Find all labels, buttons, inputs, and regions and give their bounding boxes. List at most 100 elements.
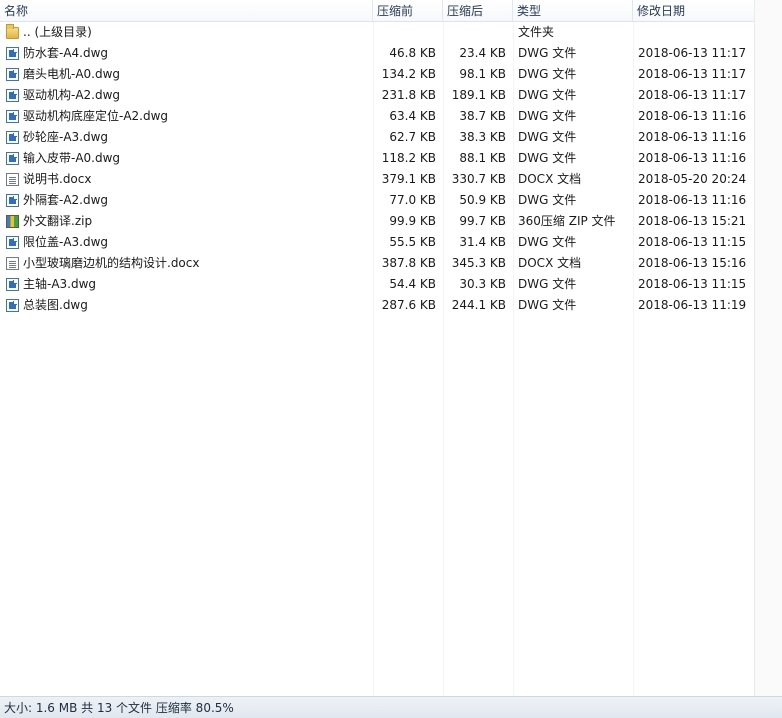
size: 330.7 KB [451,172,506,186]
file-row[interactable]: 说明书.docx 379.1 KB 330.7 KB DOCX 文档 2018-05-2… [0,169,754,190]
compressed-size: 46.8 KB [389,46,436,60]
folder-icon [6,24,19,39]
modified-date: 2018-06-13 11:16 [638,109,747,123]
column-header-compressed-size[interactable]: 压缩前 [373,0,443,22]
file-name: 主轴-A3.dwg [23,277,97,291]
file-type: DWG 文件 [518,298,577,312]
folder-icon [6,22,20,43]
file-row[interactable]: 砂轮座-A3.dwg 62.7 KB 38.3 KB DWG 文件 2018-06-13… [0,127,754,148]
modified-date: 2018-06-13 11:16 [638,130,747,144]
modified-date: 2018-06-13 11:15 [638,235,747,249]
modified-date: 2018-06-13 11:17 [638,46,747,60]
column-header-modified[interactable]: 修改日期 [633,0,754,22]
file-name: 外文翻译.zip [23,214,93,228]
file-row[interactable]: 驱动机构-A2.dwg 231.8 KB 189.1 KB DWG 文件 2018-06… [0,85,754,106]
modified-date: 2018-06-13 11:19 [638,298,747,312]
file-row[interactable]: 外文翻译.zip 99.9 KB 99.7 KB 360压缩 ZIP 文件 2018-0… [0,211,754,232]
file-type: DWG 文件 [518,193,577,207]
file-type: 360压缩 ZIP 文件 [518,214,616,228]
dwg-file-icon [6,127,20,148]
size: 50.9 KB [459,193,506,207]
dwg-file-icon [6,85,20,106]
dwg-file-icon [6,152,19,165]
file-row[interactable]: 磨头电机-A0.dwg 134.2 KB 98.1 KB DWG 文件 2018-06-… [0,64,754,85]
file-row[interactable]: 外隔套-A2.dwg 77.0 KB 50.9 KB DWG 文件 2018-06-13… [0,190,754,211]
modified-date: 2018-06-13 11:15 [638,277,747,291]
archive-file-list-window: 名称 压缩前 压缩后 类型 修改日期 .. (上级目录) 文件夹防水套-A4.dw… [0,0,782,718]
modified-date: 2018-05-20 20:24 [638,172,747,186]
file-name: 总装图.dwg [23,298,88,312]
dwg-file-icon [6,68,19,81]
file-name: 防水套-A4.dwg [23,46,109,60]
file-name: 砂轮座-A3.dwg [23,130,109,144]
file-row[interactable]: 小型玻璃磨边机的结构设计.docx 387.8 KB 345.3 KB DOCX 文档… [0,253,754,274]
column-header-name[interactable]: 名称 [0,0,373,22]
dwg-file-icon [6,110,19,123]
docx-file-icon [6,253,20,274]
dwg-file-icon [6,274,20,295]
file-name: 限位盖-A3.dwg [23,235,109,249]
size [443,22,506,43]
file-type: DWG 文件 [518,67,577,81]
file-name: 驱动机构-A2.dwg [23,88,121,102]
size: 30.3 KB [459,277,506,291]
file-row[interactable]: 总装图.dwg 287.6 KB 244.1 KB DWG 文件 2018-06-13 … [0,295,754,316]
column-header-size[interactable]: 压缩后 [443,0,513,22]
modified-date: 2018-06-13 15:16 [638,256,747,270]
compressed-size: 63.4 KB [389,109,436,123]
dwg-file-icon [6,43,20,64]
file-name: .. (上级目录) [23,25,92,39]
size: 99.7 KB [459,214,506,228]
dwg-file-icon [6,299,19,312]
compressed-size: 287.6 KB [381,298,436,312]
modified-date: 2018-06-13 11:16 [638,151,747,165]
file-row[interactable]: 输入皮带-A0.dwg 118.2 KB 88.1 KB DWG 文件 2018-06-… [0,148,754,169]
docx-file-icon [6,169,20,190]
compressed-size: 379.1 KB [381,172,436,186]
dwg-file-icon [6,232,20,253]
file-name: 输入皮带-A0.dwg [23,151,121,165]
dwg-file-icon [6,47,19,60]
file-row[interactable]: 限位盖-A3.dwg 55.5 KB 31.4 KB DWG 文件 2018-06-13… [0,232,754,253]
vertical-scrollbar[interactable] [754,0,782,696]
file-type: 文件夹 [518,25,555,39]
size: 88.1 KB [459,151,506,165]
compressed-size: 55.5 KB [389,235,436,249]
status-bar: 大小: 1.6 MB 共 13 个文件 压缩率 80.5% [0,696,782,718]
file-list: .. (上级目录) 文件夹 防水套-A4.dwg 46.8 KB 23.4 KB DWG … [0,22,754,316]
file-type: DWG 文件 [518,151,577,165]
file-name: 外隔套-A2.dwg [23,193,109,207]
size: 98.1 KB [459,67,506,81]
file-type: DWG 文件 [518,109,577,123]
compressed-size: 231.8 KB [381,88,436,102]
file-name: 小型玻璃磨边机的结构设计.docx [23,256,200,270]
file-type: DWG 文件 [518,88,577,102]
file-type: DWG 文件 [518,46,577,60]
dwg-file-icon [6,148,20,169]
size: 345.3 KB [451,256,506,270]
dwg-file-icon [6,64,20,85]
compressed-size: 134.2 KB [381,67,436,81]
parent-directory-row[interactable]: .. (上级目录) 文件夹 [0,22,754,43]
modified-date: 2018-06-13 11:17 [638,67,747,81]
file-row[interactable]: 防水套-A4.dwg 46.8 KB 23.4 KB DWG 文件 2018-06-13… [0,43,754,64]
compressed-size: 54.4 KB [389,277,436,291]
modified-date: 2018-06-13 11:16 [638,193,747,207]
column-header-type[interactable]: 类型 [513,0,633,22]
size: 244.1 KB [451,298,506,312]
file-type: DWG 文件 [518,130,577,144]
file-row[interactable]: 驱动机构底座定位-A2.dwg 63.4 KB 38.7 KB DWG 文件 2018-… [0,106,754,127]
file-name: 说明书.docx [23,172,92,186]
compressed-size: 77.0 KB [389,193,436,207]
file-name: 驱动机构底座定位-A2.dwg [23,109,169,123]
compressed-size: 118.2 KB [381,151,436,165]
file-type: DWG 文件 [518,277,577,291]
compressed-size: 387.8 KB [381,256,436,270]
modified-date: 2018-06-13 11:17 [638,88,747,102]
column-header: 名称 压缩前 压缩后 类型 修改日期 [0,0,754,22]
file-row[interactable]: 主轴-A3.dwg 54.4 KB 30.3 KB DWG 文件 2018-06-13 … [0,274,754,295]
file-type: DOCX 文档 [518,172,582,186]
file-type: DWG 文件 [518,235,577,249]
dwg-file-icon [6,278,19,291]
file-type: DOCX 文档 [518,256,582,270]
